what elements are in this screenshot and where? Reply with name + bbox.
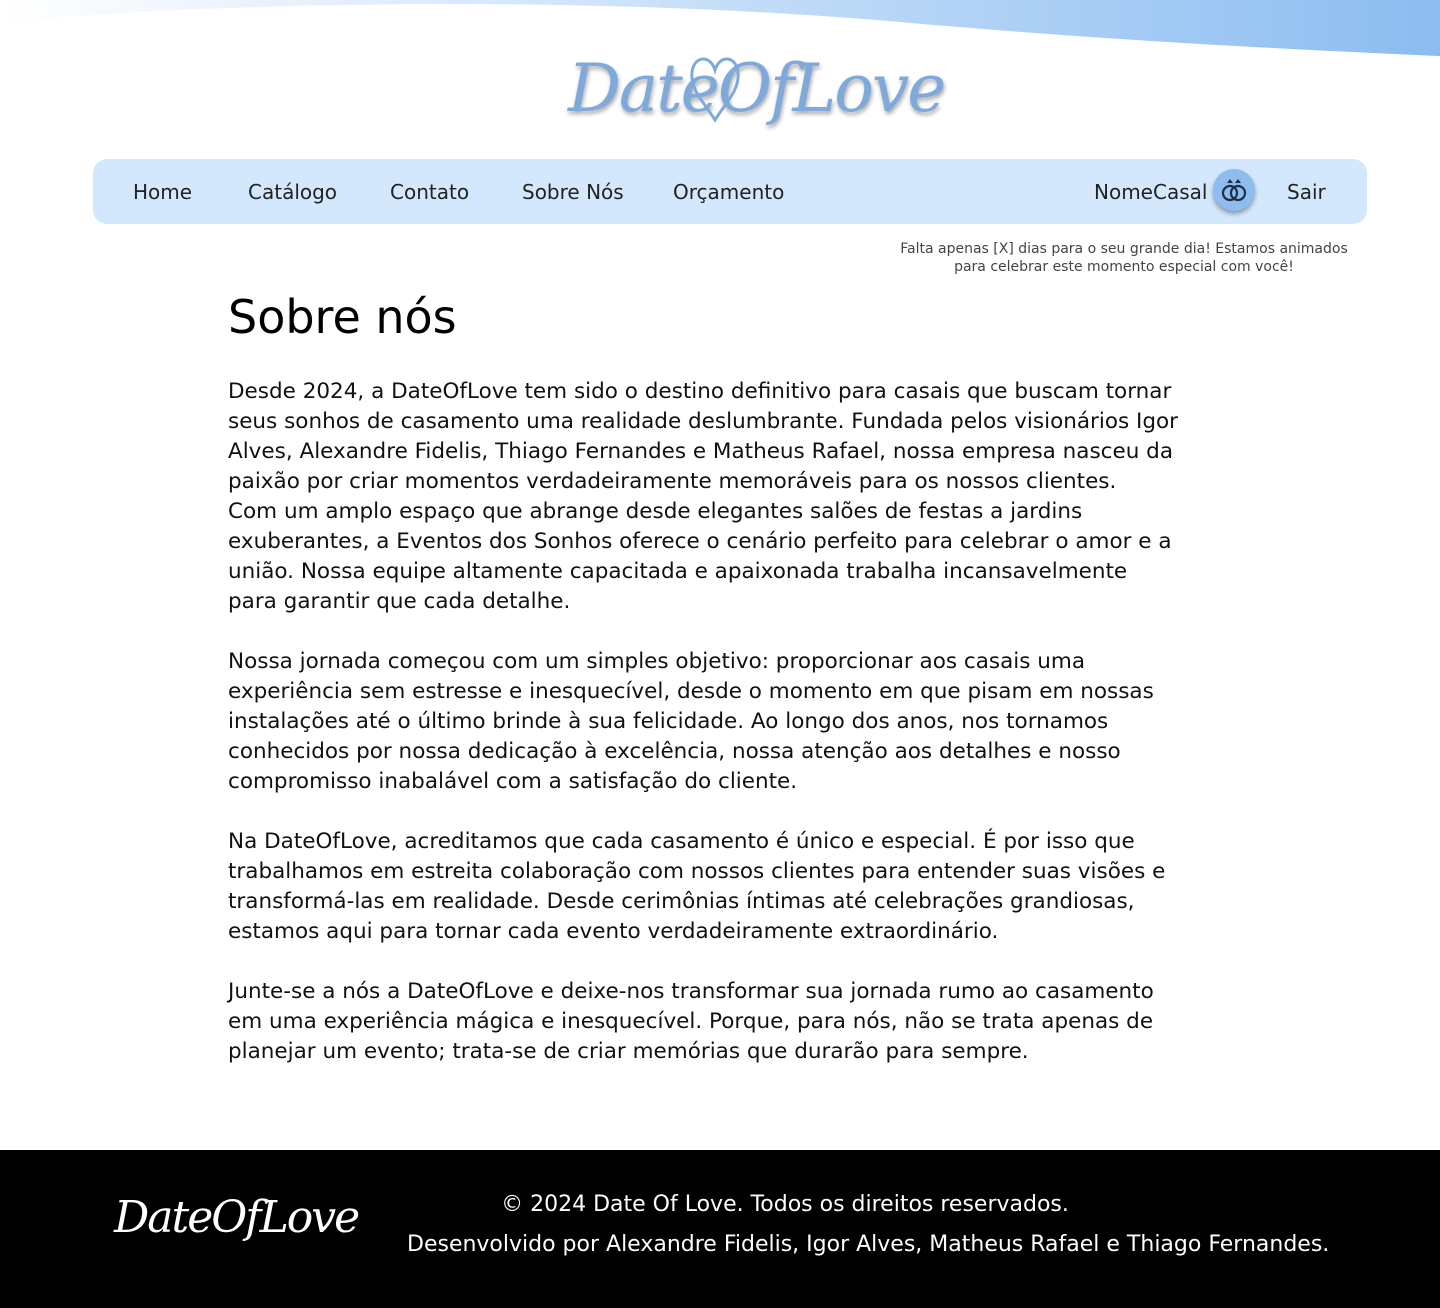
paragraph-line: transformá-las em realidade. Desde cerim… xyxy=(228,889,1135,914)
paragraph-line: Alves, Alexandre Fidelis, Thiago Fernand… xyxy=(228,439,1174,464)
about-content: Desde 2024, a DateOfLove tem sido o dest… xyxy=(228,377,1213,1097)
paragraph-line: compromisso inabalável com a satisfação … xyxy=(228,769,798,794)
paragraph-line: para garantir que cada detalhe. xyxy=(228,589,571,614)
footer: DateOfLove © 2024 Date Of Love. Todos os… xyxy=(0,1150,1440,1308)
countdown-line: Falta apenas [X] dias para o seu grande … xyxy=(900,241,1348,257)
paragraph-line: conhecidos por nossa dedicação à excelên… xyxy=(228,739,1121,764)
footer-copyright: © 2024 Date Of Love. Todos os direitos r… xyxy=(501,1192,1069,1217)
paragraph-line: Junte-se a nós a DateOfLove e deixe-nos … xyxy=(228,979,1154,1004)
countdown-line: para celebrar este momento especial com … xyxy=(954,259,1294,275)
paragraph-line: Desde 2024, a DateOfLove tem sido o dest… xyxy=(228,379,1172,404)
logo-text: DateOfLove xyxy=(568,50,946,127)
paragraph-line: exuberantes, a Eventos dos Sonhos oferec… xyxy=(228,529,1172,554)
main-navbar: Home Catálogo Contato Sobre Nós Orçament… xyxy=(93,159,1367,224)
paragraph-line: instalações até o último brinde à sua fe… xyxy=(228,709,1109,734)
nav-home[interactable]: Home xyxy=(133,180,192,204)
nav-about[interactable]: Sobre Nós xyxy=(522,180,624,204)
paragraph-line: união. Nossa equipe altamente capacitada… xyxy=(228,559,1128,584)
about-paragraph: Desde 2024, a DateOfLove tem sido o dest… xyxy=(228,377,1213,617)
countdown-message: Falta apenas [X] dias para o seu grande … xyxy=(880,240,1368,276)
nav-quote[interactable]: Orçamento xyxy=(673,180,784,204)
paragraph-line: Com um amplo espaço que abrange desde el… xyxy=(228,499,1083,524)
logout-link[interactable]: Sair xyxy=(1287,180,1326,204)
about-paragraph: Na DateOfLove, acreditamos que cada casa… xyxy=(228,827,1213,947)
paragraph-line: planejar um evento; trata-se de criar me… xyxy=(228,1039,1029,1064)
about-paragraph: Junte-se a nós a DateOfLove e deixe-nos … xyxy=(228,977,1213,1067)
paragraph-line: estamos aqui para tornar cada evento ver… xyxy=(228,919,999,944)
page-title: Sobre nós xyxy=(228,290,457,344)
paragraph-line: paixão por criar momentos verdadeirament… xyxy=(228,469,1117,494)
paragraph-line: seus sonhos de casamento uma realidade d… xyxy=(228,409,1179,434)
about-paragraph: Nossa jornada começou com um simples obj… xyxy=(228,647,1213,797)
paragraph-line: trabalhamos em estreita colaboração com … xyxy=(228,859,1166,884)
brand-logo[interactable]: DateOfLove xyxy=(560,44,946,144)
nav-contact[interactable]: Contato xyxy=(390,180,469,204)
paragraph-line: em uma experiência mágica e inesquecível… xyxy=(228,1009,1154,1034)
paragraph-line: Na DateOfLove, acreditamos que cada casa… xyxy=(228,829,1135,854)
footer-credits: Desenvolvido por Alexandre Fidelis, Igor… xyxy=(407,1232,1330,1257)
couple-name[interactable]: NomeCasal xyxy=(1094,180,1207,204)
nav-catalog[interactable]: Catálogo xyxy=(248,180,337,204)
rings-button[interactable] xyxy=(1213,169,1255,211)
rings-icon xyxy=(1221,179,1247,202)
heart-icon xyxy=(690,57,740,123)
paragraph-line: Nossa jornada começou com um simples obj… xyxy=(228,649,1086,674)
paragraph-line: experiência sem estresse e inesquecível,… xyxy=(228,679,1154,704)
